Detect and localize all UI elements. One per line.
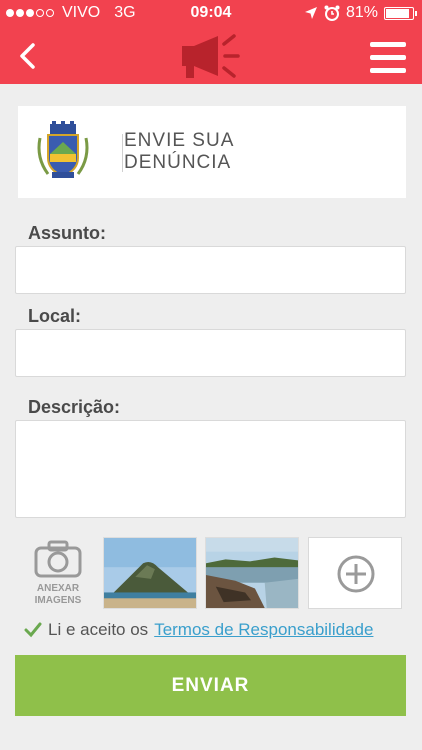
terms-prefix: Li e aceito os [48, 620, 149, 639]
hamburger-menu-icon[interactable] [370, 40, 406, 74]
alarm-icon [324, 5, 340, 21]
checkmark-icon[interactable] [24, 622, 42, 638]
terms-link[interactable]: Termos de Responsabilidade [154, 620, 373, 640]
title-line-2: DENÚNCIA [124, 152, 232, 173]
status-bar: VIVO 3G 09:04 81% [0, 0, 422, 28]
subject-label: Assunto: [28, 223, 106, 243]
battery-percent: 81% [345, 4, 378, 21]
location-arrow-icon [304, 7, 317, 19]
megaphone-icon [182, 34, 240, 78]
page-title: ENVIE SUA DENÚNCIA [124, 130, 384, 174]
location-input[interactable] [15, 329, 406, 377]
municipal-crest-logo [37, 121, 89, 178]
title-line-1: ENVIE SUA [124, 130, 235, 151]
description-label: Descrição: [28, 397, 121, 417]
back-chevron-icon[interactable] [14, 40, 42, 72]
title-card: ENVIE SUA DENÚNCIA [18, 106, 406, 198]
location-label: Local: [28, 306, 82, 326]
add-image-button[interactable] [308, 537, 402, 609]
attached-image-thumbnail[interactable] [205, 537, 299, 609]
plus-circle-icon [337, 555, 375, 593]
attached-image-thumbnail[interactable] [103, 537, 197, 609]
attach-caption-line-2: IMAGENS [34, 595, 82, 606]
description-textarea[interactable] [15, 420, 406, 518]
submit-button[interactable]: ENVIAR [15, 655, 406, 716]
attach-caption-line-1: ANEXAR [36, 583, 80, 594]
subject-input[interactable] [15, 246, 406, 294]
attach-images-button[interactable]: ANEXAR IMAGENS [26, 540, 90, 610]
battery-icon [384, 6, 417, 20]
camera-icon [34, 540, 82, 578]
terms-row: Li e aceito os Termos de Responsabilidad… [24, 620, 373, 640]
card-divider [122, 134, 123, 172]
